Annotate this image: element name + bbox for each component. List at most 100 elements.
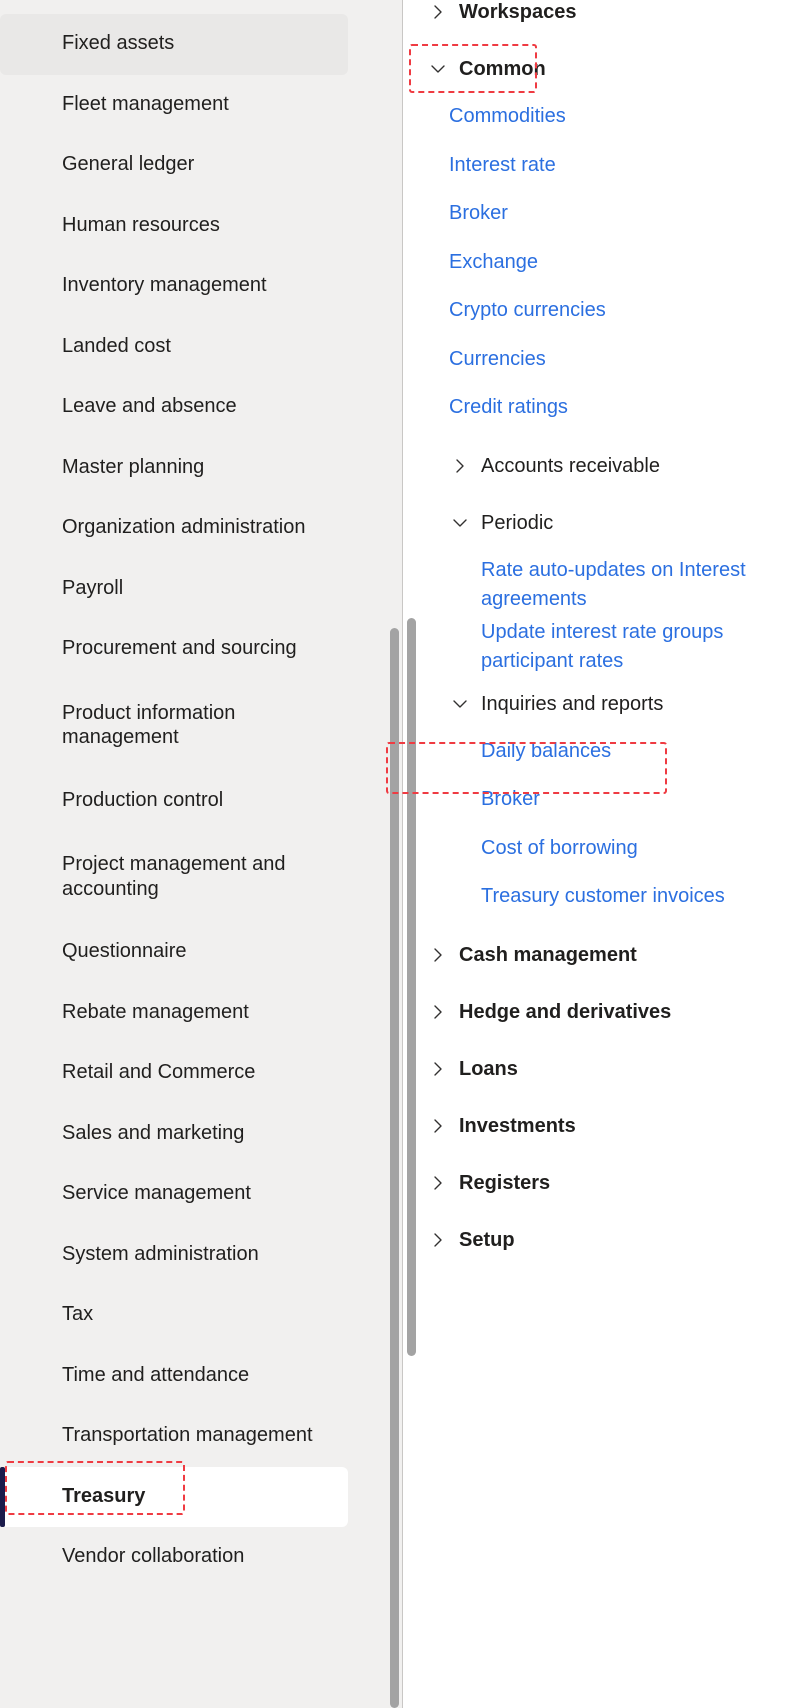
chevron-right-icon[interactable]	[427, 1175, 449, 1191]
module-item-treasury[interactable]: Treasury	[0, 1466, 348, 1527]
module-item-general-ledger[interactable]: General ledger	[0, 135, 348, 196]
module-item-label: System administration	[62, 1242, 259, 1265]
chevron-down-icon[interactable]	[449, 516, 471, 531]
module-item-service-management[interactable]: Service management	[0, 1164, 348, 1225]
tree-link-crypto-currencies[interactable]: Crypto currencies	[403, 292, 802, 341]
tree-group-registers[interactable]: Registers	[403, 1155, 802, 1212]
module-item-label: Organization administration	[62, 516, 306, 539]
chevron-right-icon[interactable]	[449, 458, 471, 474]
module-item-rebate-management[interactable]: Rebate management	[0, 983, 348, 1044]
tree-link-commodities[interactable]: Commodities	[403, 98, 802, 147]
module-item-fixed-assets[interactable]: Fixed assets	[0, 14, 348, 75]
menu-tree-scrollbar[interactable]	[407, 618, 416, 1356]
chevron-down-icon[interactable]	[427, 62, 449, 77]
tree-link-currencies[interactable]: Currencies	[403, 341, 802, 390]
module-item-label: Landed cost	[62, 334, 171, 357]
menu-tree: Workspaces Common Commodities Interest rate…	[403, 0, 802, 1269]
module-item-time-and-attendance[interactable]: Time and attendance	[0, 1346, 348, 1407]
tree-link-treasury-customer-invoices[interactable]: Treasury customer invoices	[403, 878, 802, 927]
tree-link-interest-rate[interactable]: Interest rate	[403, 147, 802, 196]
module-item-label: Vendor collaboration	[62, 1545, 245, 1568]
tree-link-label: Credit ratings	[449, 396, 568, 418]
tree-link-broker[interactable]: Broker	[403, 781, 802, 830]
tree-group-inquiries-and-reports[interactable]: Inquiries and reports	[403, 676, 802, 733]
tree-link-exchange[interactable]: Exchange	[403, 244, 802, 293]
module-item-fleet-management[interactable]: Fleet management	[0, 75, 348, 136]
chevron-right-icon[interactable]	[427, 947, 449, 963]
tree-group-common[interactable]: Common	[403, 41, 802, 98]
tree-group-workspaces[interactable]: Workspaces	[403, 0, 802, 41]
module-item-production-control[interactable]: Production control	[0, 771, 348, 832]
tree-group-label: Registers	[459, 1171, 551, 1194]
module-item-product-information-management[interactable]: Product information management	[0, 680, 348, 771]
module-item-label: Procurement and sourcing	[62, 637, 297, 660]
tree-link-label: Treasury customer invoices	[481, 885, 725, 907]
module-item-questionnaire[interactable]: Questionnaire	[0, 922, 348, 983]
tree-link-credit-ratings[interactable]: Credit ratings	[403, 389, 802, 438]
tree-link-label: Crypto currencies	[449, 299, 606, 321]
module-item-inventory-management[interactable]: Inventory management	[0, 256, 348, 317]
module-item-organization-administration[interactable]: Organization administration	[0, 498, 348, 559]
module-item-label: Sales and marketing	[62, 1121, 245, 1144]
tree-group-periodic[interactable]: Periodic	[403, 495, 802, 552]
tree-group-setup[interactable]: Setup	[403, 1212, 802, 1269]
tree-link-label: Commodities	[449, 105, 566, 127]
chevron-down-icon[interactable]	[449, 697, 471, 712]
chevron-right-icon[interactable]	[427, 1232, 449, 1248]
tree-link-broker[interactable]: Broker	[403, 195, 802, 244]
module-item-leave-and-absence[interactable]: Leave and absence	[0, 377, 348, 438]
chevron-right-icon[interactable]	[427, 1061, 449, 1077]
module-item-label: General ledger	[62, 153, 195, 176]
chevron-right-icon[interactable]	[427, 1004, 449, 1020]
tree-link-daily-balances[interactable]: Daily balances	[403, 733, 802, 782]
module-item-label: Tax	[62, 1303, 94, 1326]
tree-group-investments[interactable]: Investments	[403, 1098, 802, 1155]
module-item-retail-and-commerce[interactable]: Retail and Commerce	[0, 1043, 348, 1104]
chevron-right-icon[interactable]	[427, 5, 449, 20]
tree-link-cost-of-borrowing[interactable]: Cost of borrowing	[403, 830, 802, 879]
module-item-label: Service management	[62, 1182, 251, 1205]
module-list-pane: Fixed assets Fleet management General ledg…	[0, 0, 403, 1708]
tree-link-rate-auto-updates-on-interest-agreements[interactable]: Rate auto-updates on Interest agreements	[403, 552, 802, 614]
module-item-human-resources[interactable]: Human resources	[0, 196, 348, 257]
module-item-label: Master planning	[62, 455, 205, 478]
chevron-right-icon[interactable]	[427, 1118, 449, 1134]
tree-group-hedge-and-derivatives[interactable]: Hedge and derivatives	[403, 984, 802, 1041]
tree-group-label: Inquiries and reports	[481, 692, 664, 715]
module-item-landed-cost[interactable]: Landed cost	[0, 317, 348, 378]
module-item-procurement-and-sourcing[interactable]: Procurement and sourcing	[0, 619, 348, 680]
module-item-transportation-management[interactable]: Transportation management	[0, 1406, 348, 1467]
module-item-vendor-collaboration[interactable]: Vendor collaboration	[0, 1527, 348, 1588]
tree-group-accounts-receivable[interactable]: Accounts receivable	[403, 438, 802, 495]
module-item-system-administration[interactable]: System administration	[0, 1225, 348, 1286]
module-item-label: Time and attendance	[62, 1363, 250, 1386]
module-item-label: Transportation management	[62, 1424, 313, 1447]
module-list-scrollbar[interactable]	[390, 628, 399, 1708]
selected-accent-bar	[0, 1466, 5, 1527]
module-item-master-planning[interactable]: Master planning	[0, 438, 348, 499]
tree-link-label: Update interest rate groups participant …	[481, 620, 724, 672]
tree-group-loans[interactable]: Loans	[403, 1041, 802, 1098]
tree-group-label: Workspaces	[459, 1, 577, 24]
tree-link-label: Interest rate	[449, 153, 556, 176]
module-item-tax[interactable]: Tax	[0, 1285, 348, 1346]
tree-group-label: Common	[459, 58, 546, 81]
module-item-payroll[interactable]: Payroll	[0, 559, 348, 620]
module-item-label: Inventory management	[62, 274, 267, 297]
tree-group-cash-management[interactable]: Cash management	[403, 927, 802, 984]
tree-link-label: Cost of borrowing	[481, 836, 638, 859]
tree-group-label: Periodic	[481, 511, 554, 534]
module-item-label: Product information management	[62, 701, 236, 748]
tree-group-label: Investments	[459, 1114, 576, 1137]
module-item-label: Payroll	[62, 576, 124, 599]
module-item-sales-and-marketing[interactable]: Sales and marketing	[0, 1104, 348, 1165]
tree-group-label: Cash management	[459, 943, 637, 966]
module-item-label: Treasury	[62, 1484, 146, 1507]
menu-tree-pane: Workspaces Common Commodities Interest rate…	[403, 0, 802, 1708]
tree-group-label: Setup	[459, 1228, 515, 1251]
module-item-project-management-and-accounting[interactable]: Project management and accounting	[0, 831, 348, 922]
tree-link-label: Currencies	[449, 347, 546, 370]
module-list: Fixed assets Fleet management General ledg…	[0, 14, 403, 1588]
tree-link-update-interest-rate-groups-participant-rates[interactable]: Update interest rate groups participant …	[403, 614, 802, 676]
module-item-label: Rebate management	[62, 1000, 249, 1023]
